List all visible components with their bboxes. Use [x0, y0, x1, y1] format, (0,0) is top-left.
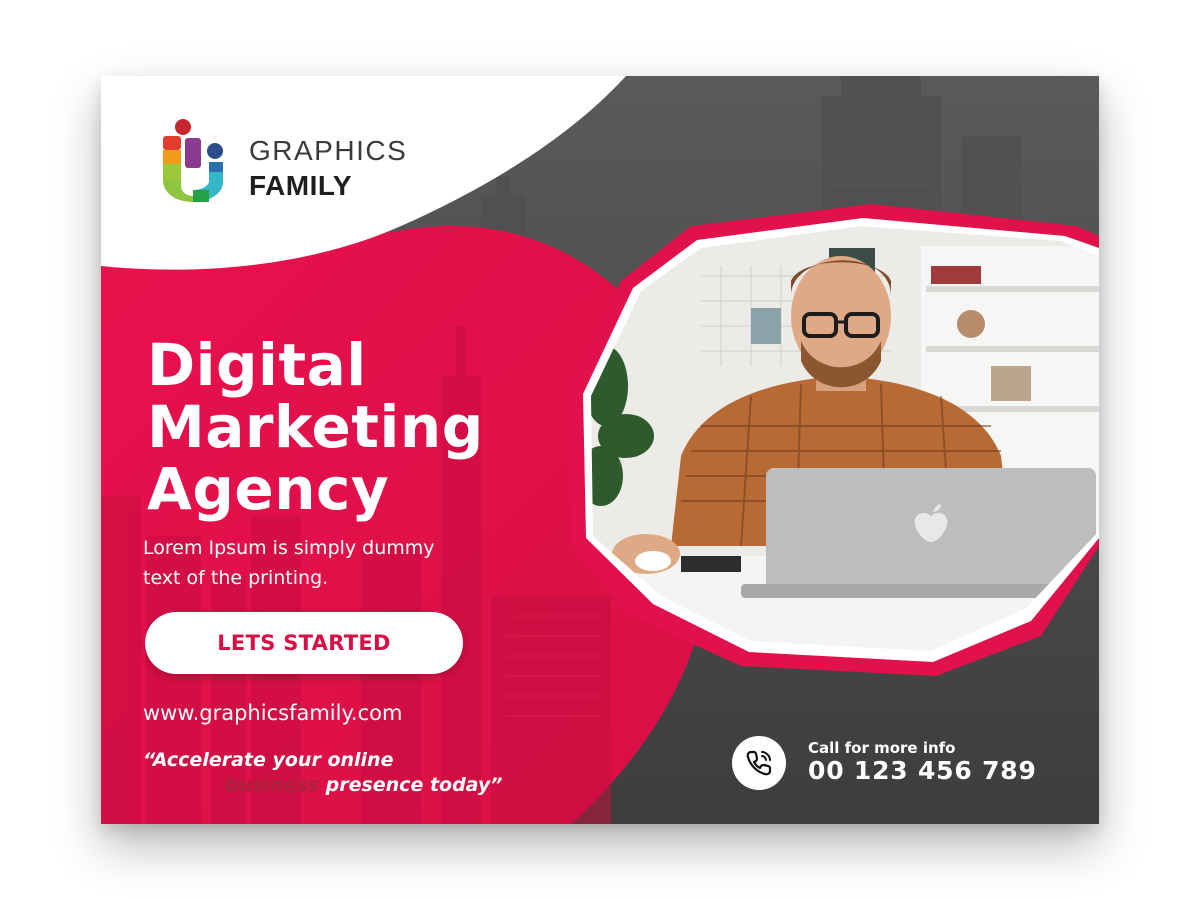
graphics-family-logo-icon — [163, 119, 223, 202]
lets-started-button[interactable]: LETS STARTED — [145, 612, 463, 674]
body-copy-line1: Lorem Ipsum is simply dummy — [143, 537, 435, 559]
phone-number[interactable]: 00 123 456 789 — [808, 756, 1037, 785]
contact-block: Call for more info 00 123 456 789 — [732, 736, 1072, 790]
headline-line2: Marketing — [147, 393, 484, 461]
ad-banner: GRAPHICS FAMILY Digital Marketing Agency… — [101, 76, 1099, 824]
tagline: “Accelerate your online business presenc… — [143, 748, 573, 798]
stage: GRAPHICS FAMILY Digital Marketing Agency… — [0, 0, 1200, 900]
body-copy-line2: text of the printing. — [143, 567, 329, 589]
headline-line3: Agency — [147, 455, 390, 523]
phone-button[interactable] — [732, 736, 786, 790]
body-copy: Lorem Ipsum is simply dummy text of the … — [143, 533, 563, 593]
tagline-line1: “Accelerate your online — [143, 749, 394, 771]
website-link[interactable]: www.graphicsfamily.com — [143, 701, 402, 725]
headline: Digital Marketing Agency — [147, 334, 577, 520]
tagline-faded-word: business — [225, 774, 319, 796]
tagline-line2: business presence today” — [143, 773, 573, 798]
brand-name-line2: FAMILY — [249, 170, 353, 201]
phone-icon — [746, 750, 772, 776]
tagline-line2-text: presence today” — [318, 774, 503, 796]
call-label: Call for more info — [808, 739, 956, 757]
brand-name-line1: GRAPHICS — [249, 135, 408, 166]
brand-logo[interactable]: GRAPHICS FAMILY — [163, 118, 463, 208]
headline-line1: Digital — [147, 331, 367, 399]
